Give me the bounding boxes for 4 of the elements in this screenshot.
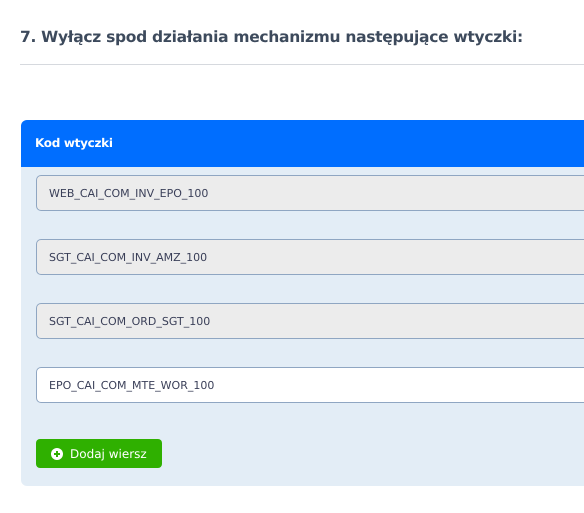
section-heading: 7. Wyłącz spod działania mechanizmu następujące wtyczki: <box>20 28 524 46</box>
plus-circle-icon <box>51 448 63 460</box>
column-header: Kod wtyczki <box>21 120 584 167</box>
input-field[interactable]: EPO_CAI_COM_MTE_WOR_100 <box>36 367 584 403</box>
